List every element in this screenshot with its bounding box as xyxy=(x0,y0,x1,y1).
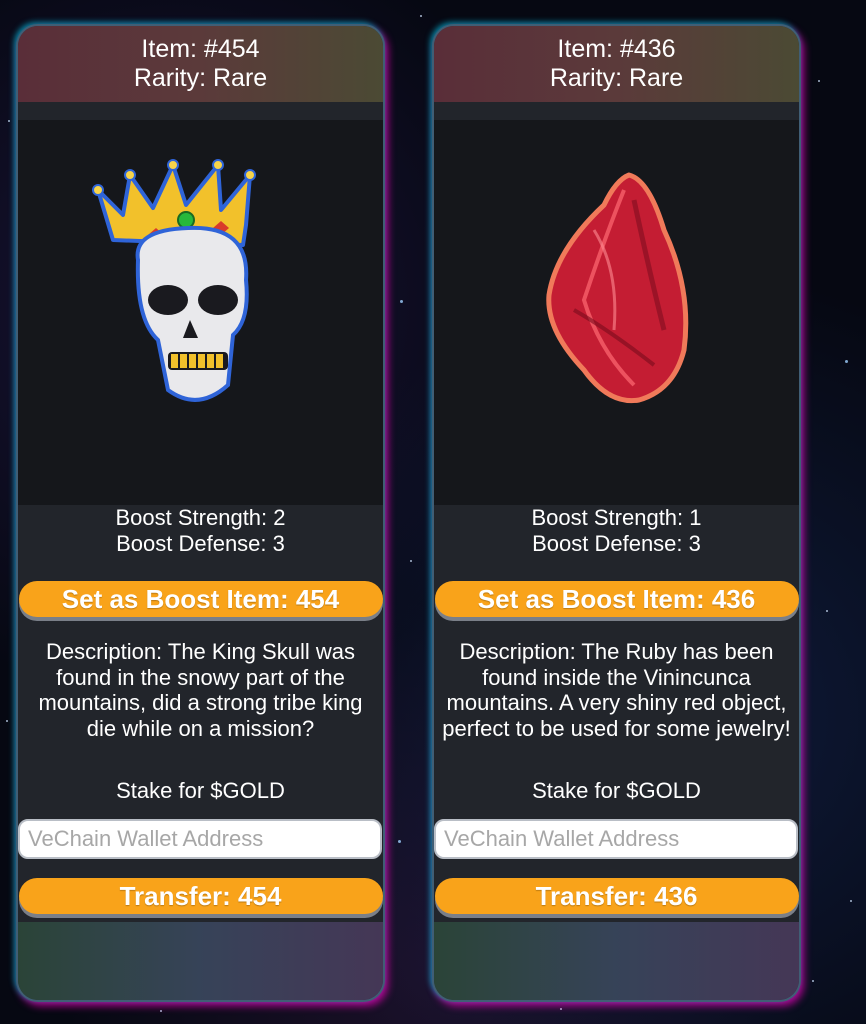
card-footer xyxy=(18,922,383,1000)
wallet-address-input[interactable] xyxy=(434,819,798,859)
ruby-gem-icon xyxy=(546,172,689,404)
boost-strength: Boost Strength: 1 xyxy=(531,505,702,530)
item-artwork xyxy=(434,120,799,505)
transfer-button[interactable]: Transfer: 454 xyxy=(18,878,383,914)
boost-defense: Boost Defense: 3 xyxy=(116,531,285,556)
stake-label: Stake for $GOLD xyxy=(532,778,701,803)
transfer-button[interactable]: Transfer: 436 xyxy=(434,878,799,914)
item-card-454: Item: #454 Rarity: Rare Boost Strength: … xyxy=(16,24,385,1002)
set-boost-item-button[interactable]: Set as Boost Item: 454 xyxy=(18,581,383,617)
item-card-436: Item: #436 Rarity: Rare Boost Strength: … xyxy=(432,24,801,1002)
rarity-label: Rarity: Rare xyxy=(133,64,268,92)
boost-strength: Boost Strength: 2 xyxy=(115,505,286,530)
item-id-label: Item: #454 xyxy=(141,35,260,63)
card-header: Item: #454 Rarity: Rare xyxy=(18,26,383,102)
item-description: Description: The Ruby has been found ins… xyxy=(442,639,791,741)
rarity-label: Rarity: Rare xyxy=(549,64,684,92)
king-skull-icon xyxy=(92,159,256,402)
item-description: Description: The King Skull was found in… xyxy=(38,639,363,741)
item-artwork xyxy=(18,120,383,505)
stake-label: Stake for $GOLD xyxy=(116,778,285,803)
boost-stats: Boost Strength: 1 Boost Defense: 3 xyxy=(434,505,799,557)
item-id-label: Item: #436 xyxy=(557,35,676,63)
card-footer xyxy=(434,922,799,1000)
card-header: Item: #436 Rarity: Rare xyxy=(434,26,799,102)
boost-defense: Boost Defense: 3 xyxy=(532,531,701,556)
set-boost-item-button[interactable]: Set as Boost Item: 436 xyxy=(434,581,799,617)
boost-stats: Boost Strength: 2 Boost Defense: 3 xyxy=(18,505,383,557)
wallet-address-input[interactable] xyxy=(18,819,382,859)
